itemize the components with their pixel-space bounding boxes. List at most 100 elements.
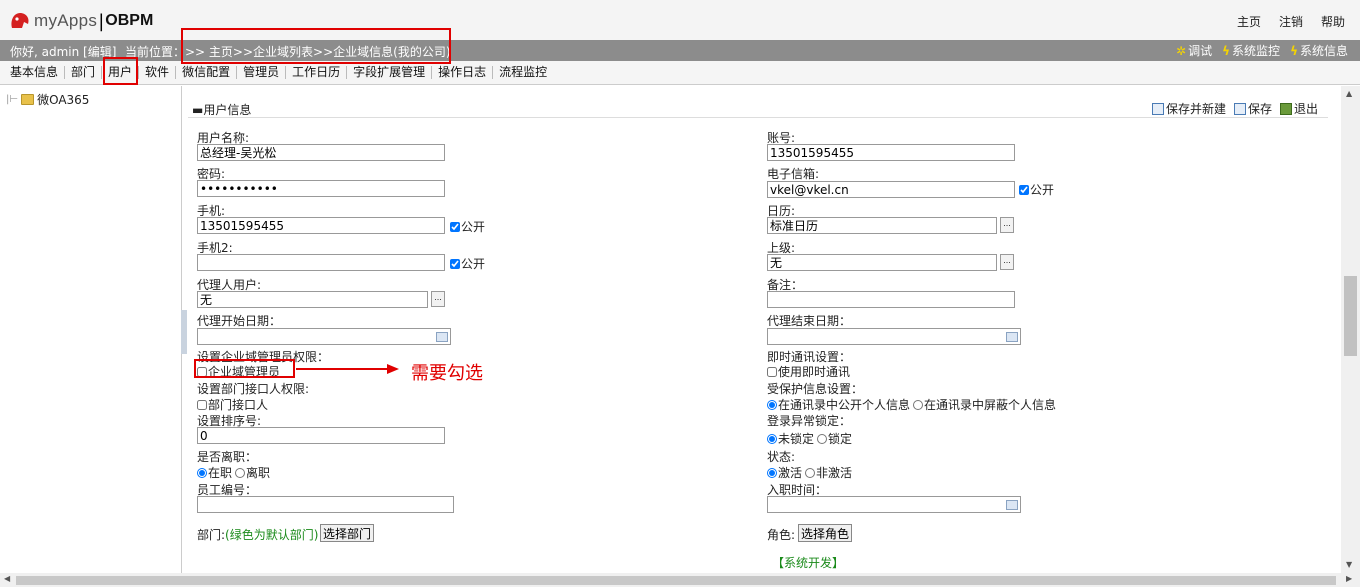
superior-input[interactable] [767,254,997,271]
radio-public-info-input[interactable] [767,399,777,410]
save-icon [1233,102,1246,115]
select-role-button[interactable]: 选择角色 [798,524,853,542]
public-label: 公开 [461,220,486,234]
mobile2-public-checkbox[interactable]: 公开 [450,255,485,272]
home-link[interactable]: 主页 [1237,13,1261,30]
radio-employed[interactable]: 在职 [197,464,232,481]
role-label: 角色: [767,528,796,542]
radio-resigned[interactable]: 离职 [235,464,270,481]
radio-hide-info-input[interactable] [913,399,924,410]
calendar-picker-button[interactable]: ... [1000,217,1014,233]
scroll-up-icon[interactable]: ▲ [1346,89,1352,98]
save-label: 保存 [1247,102,1272,116]
scroll-down-icon[interactable]: ▼ [1346,560,1352,569]
annotation-arrow-line [296,368,388,370]
department-hint: (绿色为默认部门) [225,528,319,542]
debug-tool[interactable]: ✲ 调试 [1176,42,1212,59]
logo-name: myApps [34,11,98,30]
calendar-icon[interactable] [436,332,448,342]
save-and-new-button[interactable]: 保存并新建 [1151,100,1226,117]
save-button[interactable]: 保存 [1233,100,1272,117]
tab-admin[interactable]: 管理员 [237,66,287,79]
tab-operation-log[interactable]: 操作日志 [432,66,494,79]
tab-wechat-config[interactable]: 微信配置 [176,66,238,79]
remark-input[interactable] [767,291,1015,308]
dept-interface-check[interactable] [197,399,207,410]
email-public-check[interactable] [1019,184,1029,195]
username-input[interactable] [197,144,445,161]
im-checkbox[interactable]: 使用即时通讯 [767,363,850,380]
tree-root-label: 微OA365 [37,93,90,107]
calendar-icon[interactable] [1006,332,1018,342]
radio-unlocked[interactable]: 未锁定 [767,430,814,447]
password-input[interactable] [197,180,445,197]
lightning-icon: ϟ [1290,43,1298,58]
exit-button[interactable]: 退出 [1279,100,1318,117]
employee-no-input[interactable] [197,496,454,513]
greeting[interactable]: 你好, admin [编辑] [10,43,116,60]
scroll-right-icon[interactable]: ▶ [1346,574,1352,583]
proxy-user-picker-button[interactable]: ... [431,291,445,307]
hire-date-input[interactable] [767,496,1021,513]
mobile2-public-check[interactable] [450,258,460,269]
system-monitor-tool[interactable]: ϟ 系统监控 [1222,42,1280,59]
radio-active[interactable]: 激活 [767,464,802,481]
logo-product: OBPM [105,12,154,29]
radio-locked-input[interactable] [817,433,828,444]
dept-interface-checkbox-label: 部门接口人 [208,398,269,412]
sort-order-input[interactable] [197,427,445,444]
radio-hide-info[interactable]: 在通讯录中屏蔽个人信息 [913,396,1056,413]
sidebar-collapse-handle[interactable] [181,310,187,354]
email-input[interactable] [767,181,1015,198]
proxy-start-date-input[interactable] [197,328,451,345]
proxy-end-label: 代理结束日期： [767,314,852,328]
radio-public-info[interactable]: 在通讯录中公开个人信息 [767,396,910,413]
mobile-public-check[interactable] [450,221,460,232]
mobile-public-checkbox[interactable]: 公开 [450,218,485,235]
logout-link[interactable]: 注销 [1279,13,1303,30]
help-link[interactable]: 帮助 [1321,13,1345,30]
calendar-input[interactable] [767,217,997,234]
public-label: 公开 [1030,183,1055,197]
tab-basic-info[interactable]: 基本信息 [4,66,66,79]
dept-interface-checkbox[interactable]: 部门接口人 [197,396,268,413]
horizontal-scrollbar[interactable]: ◀ ▶ [0,573,1360,587]
tab-department[interactable]: 部门 [65,66,103,79]
radio-employed-input[interactable] [197,467,207,478]
tab-field-extension[interactable]: 字段扩展管理 [347,66,433,79]
mobile-input[interactable] [197,217,445,234]
scroll-left-icon[interactable]: ◀ [4,574,10,583]
radio-inactive[interactable]: 非激活 [805,464,852,481]
vertical-scrollbar[interactable]: ▲ ▼ [1341,86,1360,573]
proxy-end-date-input[interactable] [767,328,1021,345]
proxy-user-input[interactable] [197,291,428,308]
annotation-box-user-tab [103,57,138,85]
department-label-text: 部门: [197,528,226,542]
superior-picker-button[interactable]: ... [1000,254,1014,270]
proxy-start-label: 代理开始日期： [197,314,282,328]
vertical-scroll-thumb[interactable] [1344,276,1357,356]
system-info-tool[interactable]: ϟ 系统信息 [1290,42,1348,59]
section-title: ▬用户信息 [192,103,252,117]
tab-software[interactable]: 软件 [139,66,177,79]
calendar-icon[interactable] [1006,500,1018,510]
radio-unlocked-input[interactable] [767,433,777,444]
user-form-panel: ▬用户信息 保存并新建 保存 退出 用户名称: 密码: 手机: 公开 手机2: … [188,86,1341,573]
section-header: ▬用户信息 保存并新建 保存 退出 [188,100,1328,118]
horizontal-scroll-thumb[interactable] [16,576,1336,585]
radio-resigned-input[interactable] [235,467,246,478]
account-input[interactable] [767,144,1015,161]
select-department-button[interactable]: 选择部门 [320,524,375,542]
tab-work-calendar[interactable]: 工作日历 [286,66,348,79]
tab-workflow-monitor[interactable]: 流程监控 [493,66,553,79]
email-public-checkbox[interactable]: 公开 [1019,181,1054,198]
bug-icon: ✲ [1176,43,1187,58]
radio-inactive-input[interactable] [805,467,816,478]
tree-root-item[interactable]: |⊢ 微OA365 [6,91,89,108]
annotation-box-breadcrumb [181,28,451,64]
radio-locked[interactable]: 锁定 [817,430,852,447]
tree-lines-icon: |⊢ [6,94,19,105]
im-check[interactable] [767,366,777,377]
mobile2-input[interactable] [197,254,445,271]
radio-active-input[interactable] [767,467,777,478]
